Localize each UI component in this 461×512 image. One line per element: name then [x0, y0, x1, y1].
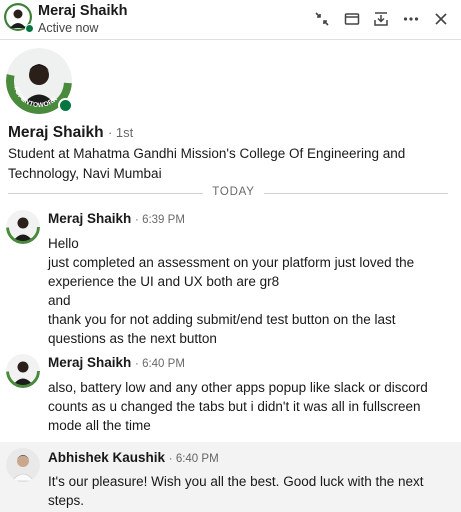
- sender-avatar[interactable]: [6, 448, 40, 482]
- message-line: mode all the time: [48, 418, 151, 433]
- profile-avatar[interactable]: #OPENTOWORK: [6, 48, 73, 114]
- sender-name[interactable]: Meraj Shaikh: [48, 355, 131, 370]
- date-divider: TODAY: [8, 186, 448, 200]
- message-line: thank you for not adding submit/end test…: [48, 312, 396, 327]
- profile-name-line: Meraj Shaikh · 1st: [8, 124, 133, 142]
- divider-line: [8, 193, 203, 194]
- close-icon[interactable]: [430, 8, 452, 30]
- headline-line: Student at Mahatma Gandhi Mission's Coll…: [8, 146, 406, 161]
- presence-dot: [58, 98, 73, 113]
- message-line: questions as the next button: [48, 331, 217, 346]
- message-line: Hello: [48, 236, 79, 251]
- message-line: and: [48, 293, 71, 308]
- message-item: Meraj Shaikh · 6:39 PM Hello just comple…: [0, 206, 461, 346]
- header-status: Active now: [38, 21, 99, 35]
- divider-line: [264, 193, 448, 194]
- message-line: steps.: [48, 493, 85, 508]
- message-time: · 6:40 PM: [168, 453, 219, 465]
- message-header: Meraj Shaikh · 6:39 PM: [48, 211, 185, 226]
- header-name[interactable]: Meraj Shaikh: [38, 3, 127, 19]
- sender-name[interactable]: Abhishek Kaushik: [48, 450, 165, 465]
- more-icon[interactable]: [400, 8, 422, 30]
- message-line: just completed an assessment on your pla…: [48, 255, 415, 270]
- headline-line: Technology, Navi Mumbai: [8, 166, 162, 181]
- sender-avatar[interactable]: [6, 354, 40, 388]
- message-line: It's our pleasure! Wish you all the best…: [48, 474, 424, 489]
- message-line: also, battery low and any other apps pop…: [48, 380, 428, 395]
- message-time: · 6:39 PM: [135, 214, 185, 226]
- sender-name[interactable]: Meraj Shaikh: [48, 211, 131, 226]
- presence-dot: [25, 24, 34, 33]
- date-divider-label: TODAY: [212, 186, 255, 198]
- header-avatar[interactable]: [4, 3, 34, 33]
- envelope-icon[interactable]: [341, 8, 363, 30]
- message-item: Abhishek Kaushik · 6:40 PM It's our plea…: [0, 442, 461, 512]
- connection-degree: · 1st: [107, 125, 134, 140]
- message-body: also, battery low and any other apps pop…: [48, 378, 448, 435]
- profile-headline: Student at Mahatma Gandhi Mission's Coll…: [8, 144, 448, 184]
- profile-name[interactable]: Meraj Shaikh: [8, 124, 104, 141]
- sender-avatar[interactable]: [6, 210, 40, 244]
- compress-icon[interactable]: [311, 8, 333, 30]
- message-body: Hello just completed an assessment on yo…: [48, 234, 448, 348]
- message-line: counts as u changed the tabs but i didn'…: [48, 399, 421, 414]
- message-item: Meraj Shaikh · 6:40 PM also, battery low…: [0, 350, 461, 440]
- message-time: · 6:40 PM: [135, 358, 185, 370]
- message-line: experience the UI and UX both are gr8: [48, 274, 280, 289]
- message-body: It's our pleasure! Wish you all the best…: [48, 472, 448, 510]
- chat-header: Meraj Shaikh Active now: [0, 0, 461, 40]
- message-header: Abhishek Kaushik · 6:40 PM: [48, 450, 219, 465]
- archive-icon[interactable]: [370, 8, 392, 30]
- message-header: Meraj Shaikh · 6:40 PM: [48, 355, 185, 370]
